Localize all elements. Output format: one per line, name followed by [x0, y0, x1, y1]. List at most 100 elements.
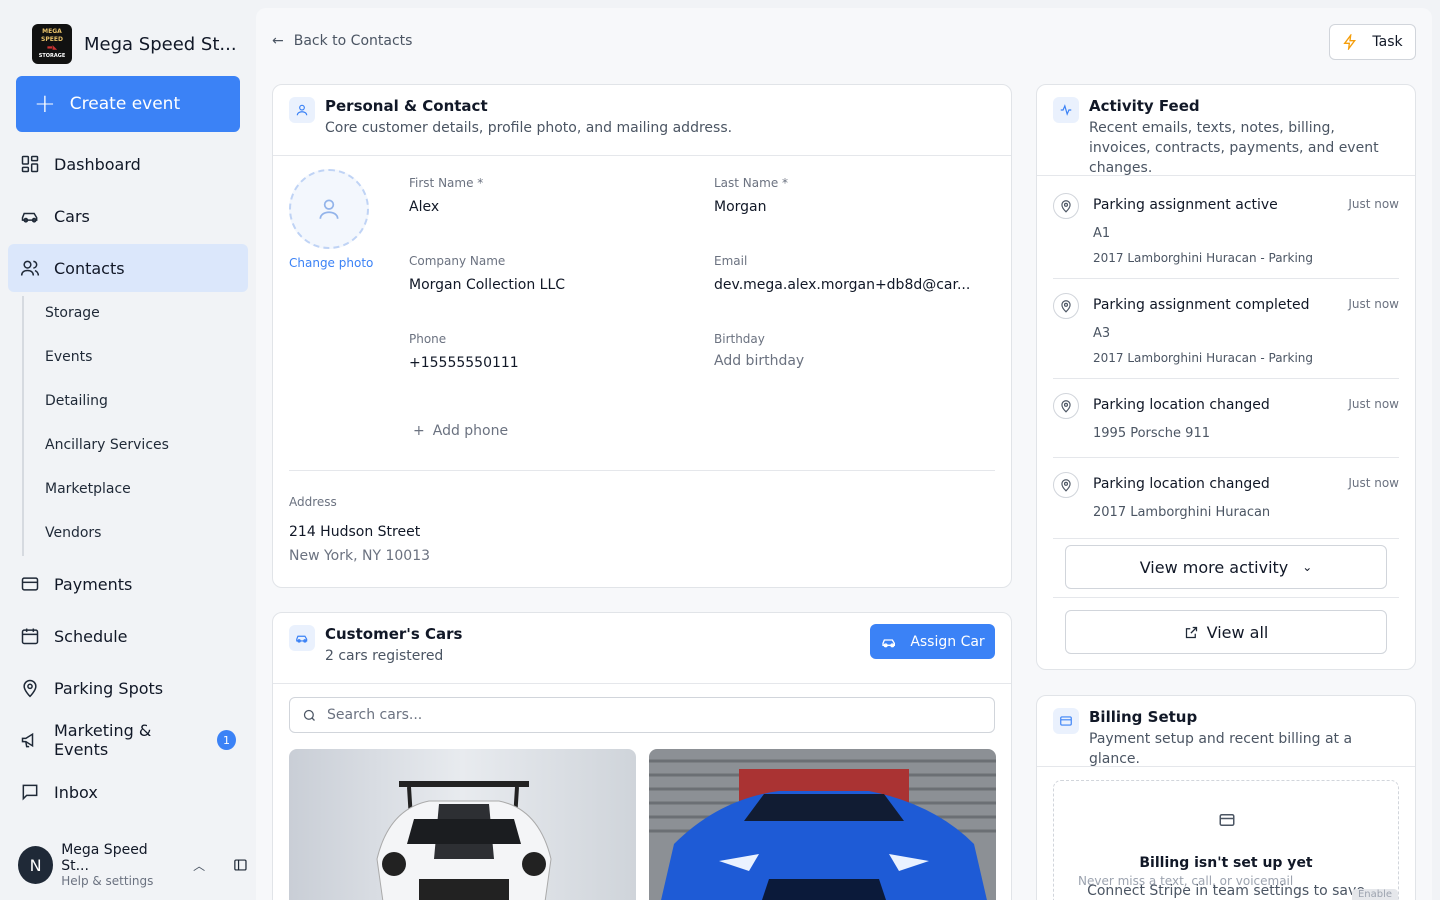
divider	[1053, 457, 1399, 458]
address-line1[interactable]: 214 Hudson Street	[289, 524, 420, 540]
create-event-button[interactable]: + Create event	[16, 76, 240, 132]
logo-text-bottom: STORAGE	[38, 53, 66, 59]
billing-setup-card: Billing Setup Payment setup and recent b…	[1036, 695, 1416, 900]
view-all-button[interactable]: View all	[1065, 610, 1387, 654]
sidebar-item-label: Schedule	[54, 626, 128, 646]
activity-detail: 2017 Lamborghini Huracan - Parking	[1093, 351, 1313, 365]
view-all-label: View all	[1206, 622, 1269, 642]
enable-button[interactable]: Enable	[1352, 889, 1398, 900]
sidebar-item-label: Inbox	[54, 782, 98, 802]
last-name-label: Last Name *	[714, 176, 789, 190]
divider	[1053, 538, 1399, 539]
sidebar-item-label: Cars	[54, 206, 90, 226]
search-placeholder: Search cars...	[327, 707, 423, 723]
activity-title: Parking location changed	[1093, 476, 1270, 492]
calendar-icon	[21, 628, 39, 645]
activity-title: Parking location changed	[1093, 397, 1270, 413]
divider	[1037, 766, 1415, 767]
message-icon	[22, 784, 38, 801]
activity-time: Just now	[1348, 476, 1399, 490]
task-button[interactable]: Task	[1329, 24, 1416, 60]
sidebar-item-marketing[interactable]: Marketing & Events 1	[8, 716, 248, 764]
assign-car-label: Assign Car	[910, 633, 985, 650]
subnav-item-storage[interactable]: Storage	[45, 305, 100, 321]
car-icon	[21, 212, 38, 223]
activity-detail: A1	[1093, 226, 1111, 241]
chevron-up-icon[interactable]: ︿	[193, 857, 205, 874]
user-subtitle: Help & settings	[61, 874, 154, 888]
email-label: Email	[714, 254, 748, 268]
user-icon	[289, 97, 315, 123]
search-cars-input[interactable]: Search cars...	[289, 697, 995, 733]
activity-detail: A3	[1093, 326, 1111, 341]
activity-detail: 1995 Porsche 911	[1093, 426, 1210, 441]
activity-title: Parking assignment active	[1093, 197, 1278, 213]
car-image-lamborghini[interactable]	[649, 749, 996, 900]
activity-detail: 2017 Lamborghini Huracan	[1093, 505, 1271, 520]
card-title: Customer's Cars	[325, 625, 463, 643]
sidebar-item-dashboard[interactable]: Dashboard	[8, 140, 248, 188]
card-icon	[1219, 814, 1235, 826]
first-name-field[interactable]: Alex	[409, 199, 439, 215]
view-more-activity-button[interactable]: View more activity ⌄	[1065, 545, 1387, 589]
map-pin-icon	[23, 679, 37, 698]
company-field[interactable]: Morgan Collection LLC	[409, 277, 565, 293]
sidebar-item-cars[interactable]: Cars	[8, 192, 248, 240]
sidebar: MEGA SPEED ▬◣ STORAGE Mega Speed St... +…	[0, 0, 256, 900]
phone-field[interactable]: +15555550111	[409, 355, 519, 371]
subnav-rail	[22, 296, 24, 556]
main-content: ← Back to Contacts Task Personal & Conta…	[256, 8, 1432, 900]
card-subtitle: Core customer details, profile photo, an…	[325, 120, 733, 136]
car-icon	[289, 625, 315, 651]
sidebar-item-schedule[interactable]: Schedule	[8, 612, 248, 660]
birthday-field[interactable]: Add birthday	[714, 353, 804, 369]
last-name-field[interactable]: Morgan	[714, 199, 767, 215]
users-icon	[20, 260, 40, 276]
address-line2[interactable]: New York, NY 10013	[289, 548, 430, 564]
change-photo-link[interactable]: Change photo	[289, 256, 373, 270]
subnav-item-detailing[interactable]: Detailing	[45, 393, 108, 409]
brand[interactable]: MEGA SPEED ▬◣ STORAGE Mega Speed St...	[32, 24, 237, 64]
sidebar-item-parking-spots[interactable]: Parking Spots	[8, 664, 248, 712]
divider	[1037, 175, 1415, 176]
sidebar-item-label: Parking Spots	[54, 678, 164, 698]
user-menu[interactable]: N Mega Speed St... Help & settings ︿	[18, 842, 248, 888]
add-phone-button[interactable]: + Add phone	[413, 423, 508, 439]
brand-logo: MEGA SPEED ▬◣ STORAGE	[32, 24, 72, 64]
billing-empty-title: Billing isn't set up yet	[1139, 855, 1313, 871]
billing-empty-text: Connect Stripe in team settings to save	[1087, 883, 1365, 899]
car-image-porsche[interactable]	[289, 749, 636, 900]
activity-time: Just now	[1348, 297, 1399, 311]
subnav-item-ancillary[interactable]: Ancillary Services	[45, 437, 169, 453]
divider	[289, 470, 995, 471]
first-name-label: First Name *	[409, 176, 484, 190]
map-pin-icon	[1053, 393, 1079, 419]
dashboard-icon	[21, 155, 39, 173]
task-label: Task	[1372, 34, 1403, 50]
sidebar-item-label: Marketing & Events	[54, 721, 152, 759]
card-subtitle: Payment setup and recent billing at a gl…	[1089, 731, 1353, 767]
back-to-contacts-link[interactable]: ← Back to Contacts	[272, 33, 412, 49]
card-title: Personal & Contact	[325, 97, 488, 115]
company-label: Company Name	[409, 254, 506, 268]
subnav-item-marketplace[interactable]: Marketplace	[45, 481, 131, 497]
card-icon	[21, 577, 39, 591]
create-event-label: Create event	[69, 94, 181, 114]
subnav-item-vendors[interactable]: Vendors	[45, 525, 101, 541]
sidebar-item-contacts[interactable]: Contacts	[8, 244, 248, 292]
activity-icon	[1053, 97, 1079, 123]
email-field[interactable]: dev.mega.alex.morgan+db8d@car...	[714, 277, 970, 293]
assign-car-button[interactable]: Assign Car	[870, 624, 995, 659]
sidebar-item-payments[interactable]: Payments	[8, 560, 248, 608]
avatar: N	[18, 846, 54, 884]
profile-photo[interactable]	[289, 169, 369, 249]
birthday-label: Birthday	[714, 332, 765, 346]
sidebar-toggle-icon[interactable]	[233, 857, 248, 873]
user-name: Mega Speed St...	[61, 842, 148, 874]
subnav-item-events[interactable]: Events	[45, 349, 92, 365]
sidebar-item-inbox[interactable]: Inbox	[8, 768, 248, 816]
divider	[1053, 278, 1399, 279]
divider	[273, 155, 1011, 156]
back-label: Back to Contacts	[293, 33, 413, 49]
address-label: Address	[289, 495, 337, 509]
